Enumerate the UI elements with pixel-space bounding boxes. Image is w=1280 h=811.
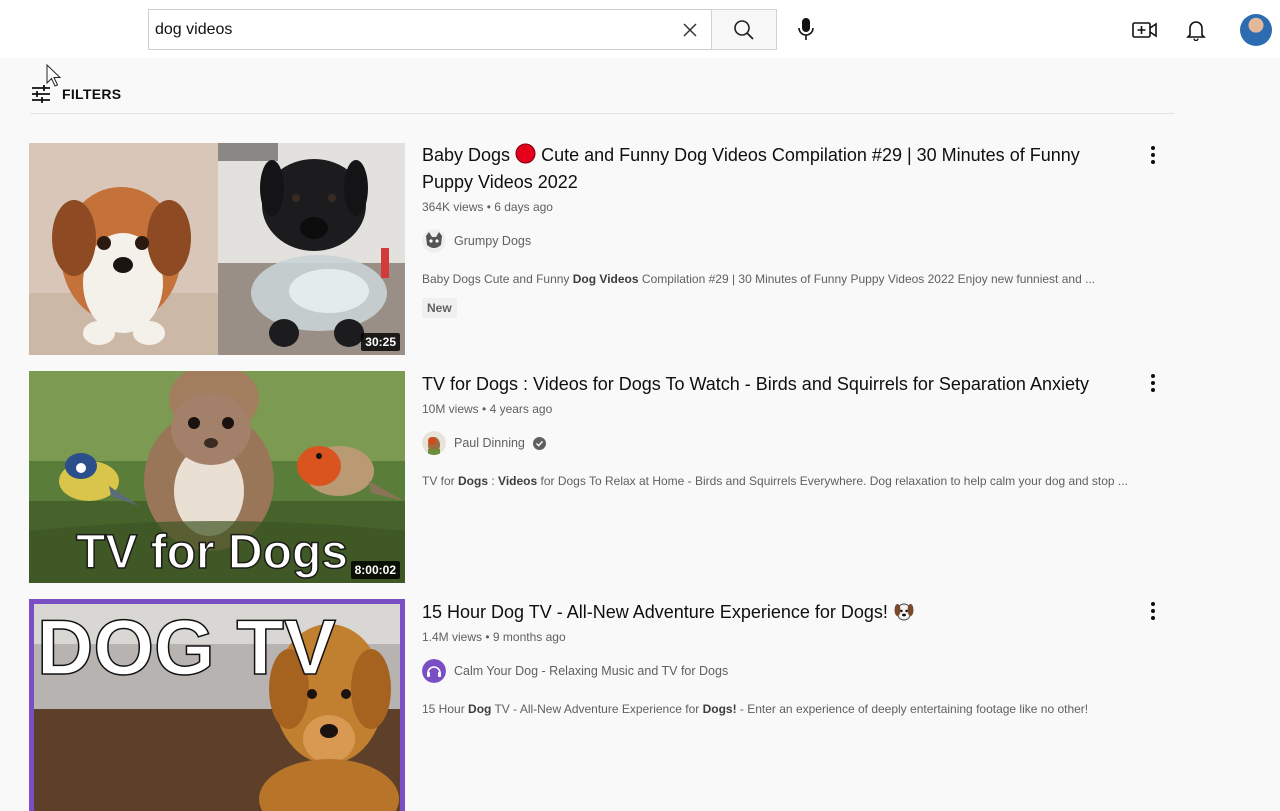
live-dot-icon bbox=[515, 143, 536, 164]
video-title-part: 15 Hour Dog TV - All-New Adventure Exper… bbox=[422, 602, 893, 622]
thumbnail-text: TV for Dogs bbox=[76, 526, 348, 579]
kebab-icon bbox=[1151, 602, 1155, 606]
video-duration: 8:00:02 bbox=[350, 561, 400, 579]
channel-avatar-icon bbox=[422, 431, 446, 455]
video-result: TV for Dogs 8:00:02 TV for Dogs : Videos… bbox=[29, 371, 1179, 583]
search-box[interactable] bbox=[148, 9, 711, 50]
view-count: 10M views bbox=[422, 402, 479, 416]
video-title[interactable]: 15 Hour Dog TV - All-New Adventure Exper… bbox=[422, 599, 1122, 626]
masthead bbox=[0, 0, 1280, 58]
new-badge: New bbox=[422, 298, 457, 318]
kebab-icon bbox=[1151, 374, 1155, 378]
filters-label: FILTERS bbox=[62, 86, 122, 102]
desc-part: for Dogs To Relax at Home - Birds and Sq… bbox=[537, 474, 1128, 488]
video-title-part: Baby Dogs bbox=[422, 145, 516, 165]
desc-part: TV for bbox=[422, 474, 459, 488]
notifications-button[interactable] bbox=[1177, 12, 1215, 48]
desc-part: TV - All-New Adventure Experience for bbox=[491, 702, 703, 716]
video-description: TV for Dogs : Videos for Dogs To Relax a… bbox=[422, 474, 1162, 488]
search-button[interactable] bbox=[711, 9, 777, 50]
kebab-menu-button[interactable] bbox=[1143, 599, 1163, 623]
desc-part: 15 Hour bbox=[422, 702, 469, 716]
thumbnail-image: TV for Dogs bbox=[29, 371, 405, 583]
video-meta: 10M views • 4 years ago bbox=[422, 402, 553, 416]
desc-highlight: Dogs bbox=[458, 474, 489, 488]
video-description: Baby Dogs Cute and Funny Dog Videos Comp… bbox=[422, 272, 1162, 286]
video-thumbnail[interactable]: DOG TV bbox=[29, 599, 405, 811]
video-meta: 1.4M views • 9 months ago bbox=[422, 630, 566, 644]
desc-part: - Enter an experience of deeply entertai… bbox=[736, 702, 1089, 716]
channel-avatar-icon bbox=[422, 229, 446, 253]
video-thumbnail[interactable]: TV for Dogs 8:00:02 bbox=[29, 371, 405, 583]
divider bbox=[30, 113, 1174, 114]
view-count: 364K views bbox=[422, 200, 484, 214]
clear-icon bbox=[683, 23, 697, 37]
search-input[interactable] bbox=[155, 10, 675, 49]
kebab-icon bbox=[1151, 609, 1155, 613]
desc-highlight: Dogs! bbox=[702, 702, 737, 716]
channel-link[interactable]: Paul Dinning bbox=[422, 431, 1122, 455]
bell-icon bbox=[1186, 21, 1206, 41]
voice-search-button[interactable] bbox=[786, 9, 826, 49]
channel-avatar-icon bbox=[422, 659, 446, 683]
kebab-icon bbox=[1151, 153, 1155, 157]
desc-highlight: Dog Videos bbox=[572, 272, 639, 286]
thumbnail-text: DOG TV bbox=[37, 603, 336, 691]
view-count: 1.4M views bbox=[422, 630, 483, 644]
clear-search-button[interactable] bbox=[672, 12, 708, 48]
video-thumbnail[interactable]: 30:25 bbox=[29, 143, 405, 355]
video-duration: 30:25 bbox=[361, 333, 400, 351]
filters-button[interactable]: FILTERS bbox=[30, 80, 121, 108]
video-description: 15 Hour Dog TV - All-New Adventure Exper… bbox=[422, 702, 1162, 716]
video-meta: 364K views • 6 days ago bbox=[422, 200, 553, 214]
kebab-menu-button[interactable] bbox=[1143, 143, 1163, 167]
kebab-icon bbox=[1151, 146, 1155, 150]
avatar[interactable] bbox=[1240, 14, 1272, 46]
video-title[interactable]: TV for Dogs : Videos for Dogs To Watch -… bbox=[422, 371, 1122, 398]
kebab-icon bbox=[1151, 381, 1155, 385]
kebab-icon bbox=[1151, 388, 1155, 392]
channel-name: Calm Your Dog - Relaxing Music and TV fo… bbox=[454, 664, 729, 678]
channel-link[interactable]: Grumpy Dogs bbox=[422, 229, 1122, 253]
video-result: DOG TV 15 Hour Dog TV - All-New Adventur… bbox=[29, 599, 1179, 811]
thumbnail-image: DOG TV bbox=[29, 599, 405, 811]
kebab-icon bbox=[1151, 160, 1155, 164]
upload-age: 4 years ago bbox=[489, 402, 553, 416]
desc-highlight: Dog bbox=[468, 702, 492, 716]
channel-name: Grumpy Dogs bbox=[454, 234, 532, 248]
video-title[interactable]: Baby Dogs Cute and Funny Dog Videos Comp… bbox=[422, 142, 1122, 196]
kebab-icon bbox=[1151, 616, 1155, 620]
thumbnail-image bbox=[29, 143, 405, 355]
create-button[interactable] bbox=[1126, 12, 1164, 48]
create-video-icon bbox=[1132, 22, 1157, 38]
search-icon bbox=[734, 19, 754, 40]
mic-icon bbox=[798, 18, 814, 40]
desc-highlight: Videos bbox=[498, 474, 538, 488]
dog-face-emoji-icon bbox=[894, 603, 914, 621]
filters-icon bbox=[32, 85, 50, 103]
verified-icon bbox=[532, 436, 546, 450]
desc-part: Baby Dogs Cute and Funny bbox=[422, 272, 573, 286]
upload-age: 9 months ago bbox=[492, 630, 566, 644]
desc-part: Compilation #29 | 30 Minutes of Funny Pu… bbox=[638, 272, 1096, 286]
kebab-menu-button[interactable] bbox=[1143, 371, 1163, 395]
channel-name: Paul Dinning bbox=[454, 436, 525, 450]
channel-link[interactable]: Calm Your Dog - Relaxing Music and TV fo… bbox=[422, 659, 1122, 683]
video-result: 30:25 Baby Dogs Cute and Funny Dog Video… bbox=[29, 143, 1179, 355]
upload-age: 6 days ago bbox=[494, 200, 553, 214]
desc-part: : bbox=[488, 474, 499, 488]
